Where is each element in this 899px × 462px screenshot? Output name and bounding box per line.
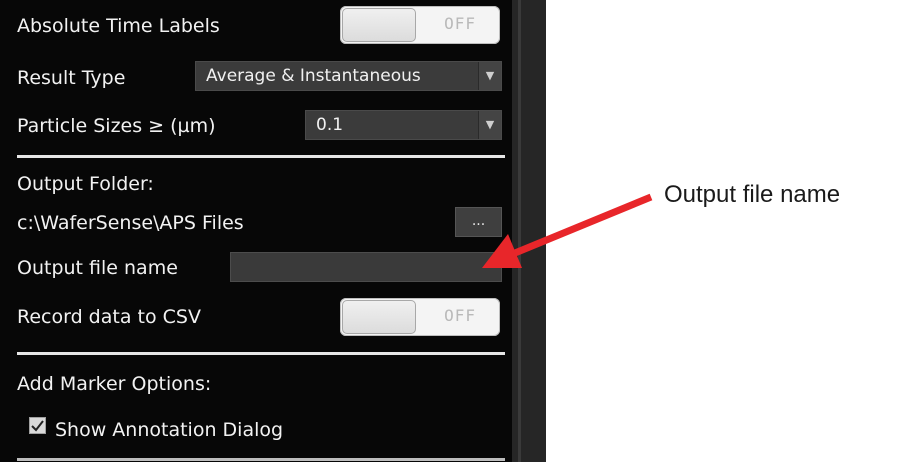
callout-arrow-icon <box>482 193 653 268</box>
